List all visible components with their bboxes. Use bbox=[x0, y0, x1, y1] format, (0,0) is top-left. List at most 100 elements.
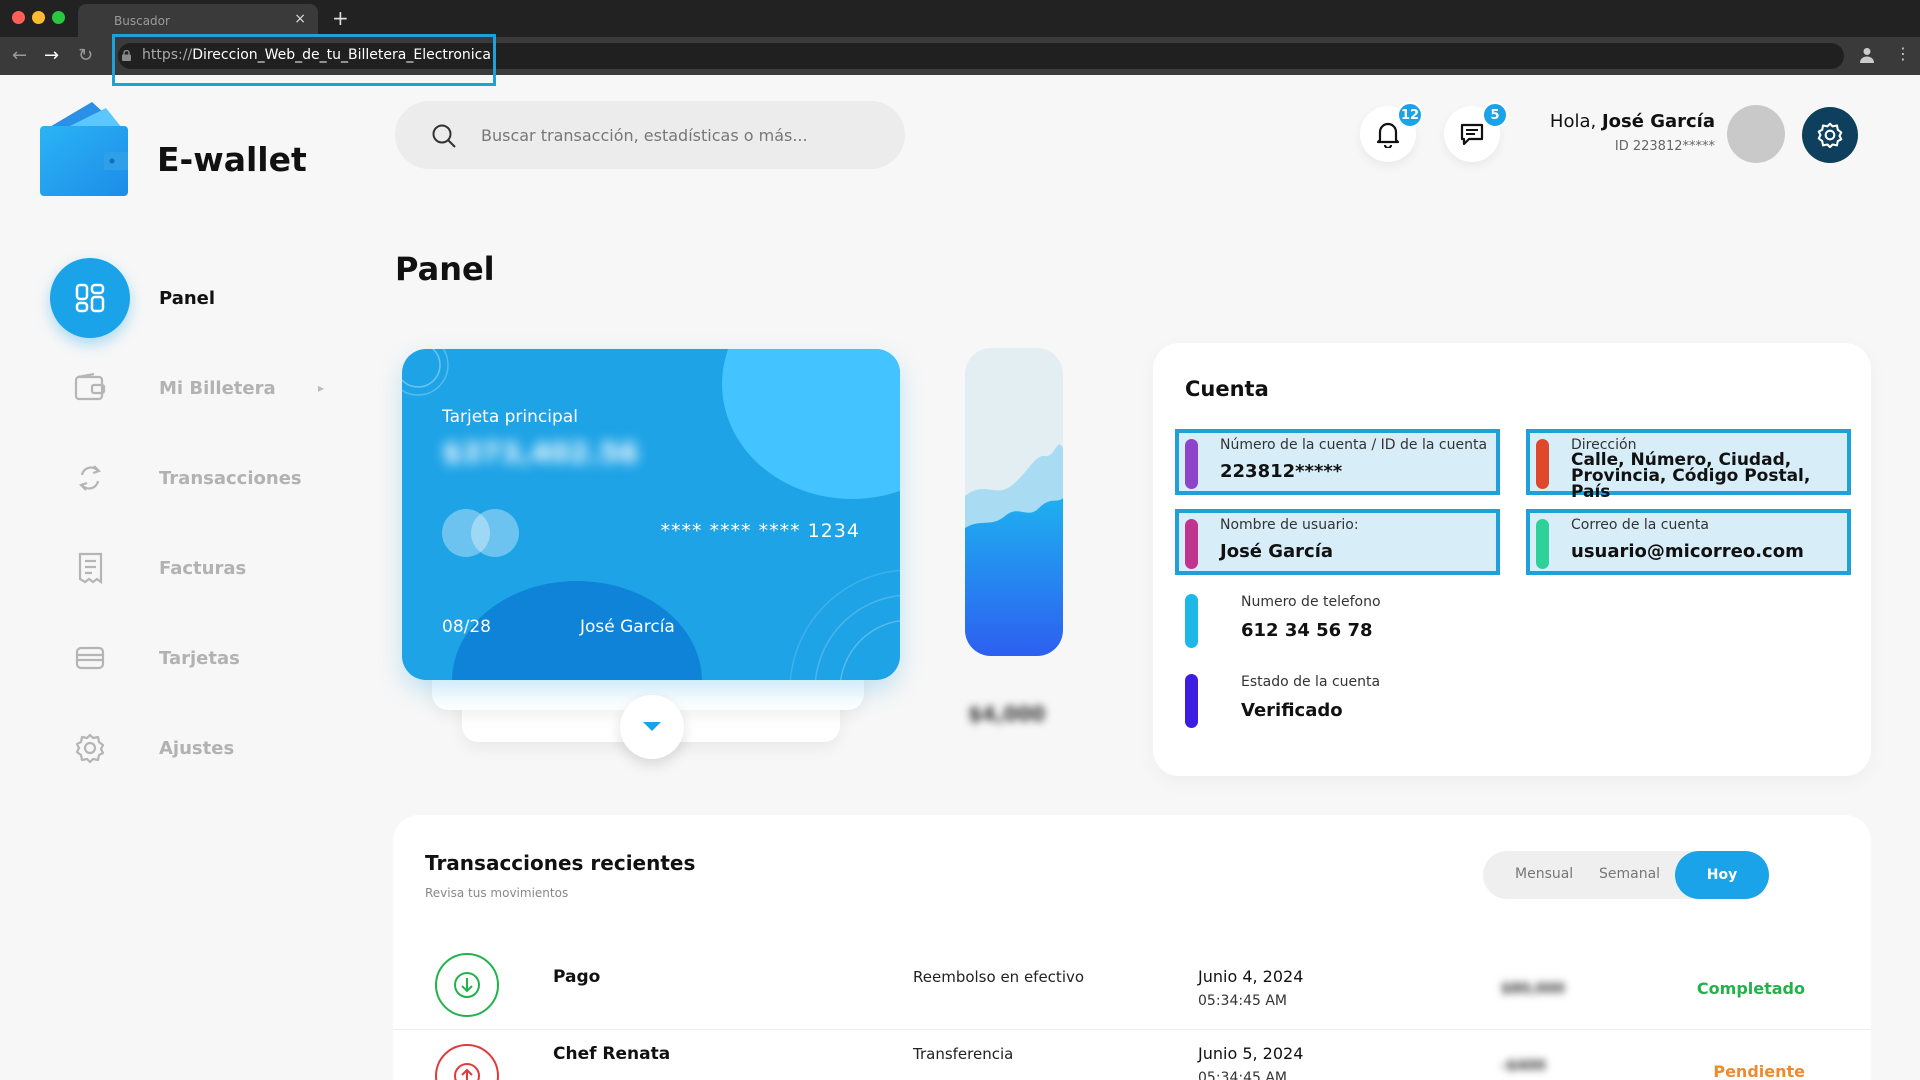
incoming-transaction-icon bbox=[435, 953, 499, 1017]
minimize-window-button[interactable] bbox=[32, 11, 45, 24]
balance-mini-chart bbox=[965, 348, 1063, 656]
wave-chart bbox=[965, 444, 1063, 656]
bell-icon bbox=[1376, 122, 1400, 148]
account-status-field: Estado de la cuenta Verificado bbox=[1175, 674, 1500, 734]
wallet-icon bbox=[50, 348, 130, 428]
status-badge: Completado bbox=[1696, 979, 1805, 998]
field-value: usuario@micorreo.com bbox=[1571, 541, 1804, 562]
transaction-name: Chef Renata bbox=[553, 1044, 671, 1064]
sidebar-item-transacciones[interactable]: Transacciones bbox=[50, 438, 350, 518]
field-value: 612 34 56 78 bbox=[1241, 620, 1373, 641]
maximize-window-button[interactable] bbox=[52, 11, 65, 24]
sidebar-item-facturas[interactable]: Facturas bbox=[50, 528, 350, 608]
field-label: Número de la cuenta / ID de la cuenta bbox=[1220, 437, 1488, 453]
card-expiry: 08/28 bbox=[442, 617, 491, 637]
gear-icon bbox=[50, 708, 130, 788]
notifications-badge: 12 bbox=[1397, 102, 1423, 128]
search-bar[interactable]: Buscar transacción, estadísticas o más..… bbox=[395, 101, 905, 169]
transaction-time: 05:34:45 AM bbox=[1198, 1070, 1287, 1080]
chevron-right-icon[interactable]: ▸ bbox=[318, 381, 324, 395]
card-balance: $373,402.56 bbox=[442, 436, 639, 469]
transaction-amount: $80,000 bbox=[1501, 981, 1565, 997]
chevron-down-icon bbox=[643, 722, 661, 731]
browser-tab-bar: Buscador × + bbox=[0, 0, 1920, 37]
color-marker bbox=[1185, 519, 1198, 569]
sidebar-item-panel[interactable]: Panel bbox=[50, 258, 350, 338]
card-rings-decoration bbox=[402, 349, 449, 396]
sidebar-item-label: Tarjetas bbox=[159, 647, 240, 669]
messages-badge: 5 bbox=[1482, 102, 1508, 128]
close-window-button[interactable] bbox=[12, 11, 25, 24]
main-card[interactable]: Tarjeta principal $373,402.56 **** **** … bbox=[402, 349, 900, 680]
mini-chart-value: $4,000 bbox=[968, 702, 1046, 726]
settings-button[interactable] bbox=[1802, 107, 1858, 163]
search-placeholder: Buscar transacción, estadísticas o más..… bbox=[481, 126, 808, 145]
card-decoration bbox=[722, 349, 900, 499]
back-button[interactable]: ← bbox=[12, 45, 27, 66]
period-today[interactable]: Hoy bbox=[1675, 851, 1769, 899]
user-greeting: Hola, José García bbox=[1550, 111, 1715, 132]
field-label: Numero de telefono bbox=[1241, 594, 1381, 610]
expand-cards-button[interactable] bbox=[620, 695, 684, 759]
reload-button[interactable]: ↻ bbox=[78, 45, 93, 66]
card-brand-logo bbox=[471, 509, 519, 557]
username-field: Nombre de usuario: José García bbox=[1175, 509, 1500, 575]
sidebar-item-label: Mi Billetera bbox=[159, 377, 276, 399]
chat-icon bbox=[1460, 123, 1484, 146]
email-field: Correo de la cuenta usuario@micorreo.com bbox=[1526, 509, 1851, 575]
color-marker bbox=[1185, 439, 1198, 489]
new-tab-button[interactable]: + bbox=[332, 6, 349, 30]
account-panel: Cuenta Número de la cuenta / ID de la cu… bbox=[1153, 343, 1871, 776]
field-value: 223812***** bbox=[1220, 461, 1343, 482]
status-badge: Pendiente bbox=[1713, 1062, 1805, 1080]
transaction-time: 05:34:45 AM bbox=[1198, 993, 1287, 1009]
user-name: José García bbox=[1601, 111, 1715, 132]
address-field: Dirección Calle, Número, Ciudad, Provinci… bbox=[1526, 429, 1851, 501]
transaction-type: Transferencia bbox=[913, 1045, 1014, 1063]
transaction-amount: -$400 bbox=[1501, 1058, 1546, 1074]
avatar[interactable] bbox=[1727, 105, 1785, 163]
field-label: Correo de la cuenta bbox=[1571, 517, 1709, 533]
period-toggle: Mensual Semanal Hoy bbox=[1483, 851, 1769, 899]
tab-title: Buscador bbox=[114, 14, 170, 28]
transaction-date: Junio 4, 2024 bbox=[1198, 967, 1304, 986]
search-icon bbox=[432, 124, 456, 148]
sidebar-item-label: Transacciones bbox=[159, 467, 302, 489]
transaction-name: Pago bbox=[553, 967, 601, 987]
phone-field: Numero de telefono 612 34 56 78 bbox=[1175, 594, 1500, 654]
forward-button[interactable]: → bbox=[44, 45, 59, 66]
sidebar-item-label: Ajustes bbox=[159, 737, 235, 759]
section-subtitle: Revisa tus movimientos bbox=[425, 886, 569, 900]
sidebar-item-ajustes[interactable]: Ajustes bbox=[50, 708, 350, 788]
account-title: Cuenta bbox=[1185, 377, 1269, 401]
color-marker bbox=[1185, 674, 1198, 728]
card-rings-decoration bbox=[789, 569, 900, 680]
profile-icon[interactable] bbox=[1860, 47, 1874, 63]
field-value: José García bbox=[1220, 541, 1334, 562]
section-title: Transacciones recientes bbox=[425, 851, 696, 875]
period-weekly[interactable]: Semanal bbox=[1599, 866, 1660, 882]
wallet-logo-icon bbox=[40, 102, 128, 196]
browser-tab[interactable]: Buscador × bbox=[78, 4, 318, 37]
field-value: Verificado bbox=[1241, 700, 1343, 721]
browser-menu-icon[interactable]: ⋮ bbox=[1895, 44, 1911, 63]
field-value: Calle, Número, Ciudad, Provincia, Código … bbox=[1571, 452, 1847, 501]
field-label: Nombre de usuario: bbox=[1220, 517, 1359, 533]
card-number: **** **** **** 1234 bbox=[660, 520, 860, 542]
period-monthly[interactable]: Mensual bbox=[1515, 866, 1573, 882]
sidebar-item-label: Facturas bbox=[159, 557, 247, 579]
sidebar-item-label: Panel bbox=[159, 287, 216, 309]
sidebar-item-mi-billetera[interactable]: Mi Billetera ▸ bbox=[50, 348, 350, 428]
gear-icon bbox=[1817, 122, 1843, 148]
recent-transactions-panel: Transacciones recientes Revisa tus movim… bbox=[393, 815, 1871, 1080]
card-label: Tarjeta principal bbox=[442, 407, 578, 427]
exchange-icon bbox=[50, 438, 130, 518]
greeting-text: Hola, bbox=[1549, 111, 1597, 132]
credit-card-icon bbox=[50, 618, 130, 698]
tab-close-icon[interactable]: × bbox=[294, 11, 306, 27]
sidebar-item-tarjetas[interactable]: Tarjetas bbox=[50, 618, 350, 698]
transaction-date: Junio 5, 2024 bbox=[1198, 1044, 1304, 1063]
color-marker bbox=[1185, 594, 1198, 648]
outgoing-transaction-icon bbox=[435, 1044, 499, 1080]
table-row[interactable]: Chef Renata Transferencia Junio 5, 2024 … bbox=[393, 1029, 1871, 1080]
